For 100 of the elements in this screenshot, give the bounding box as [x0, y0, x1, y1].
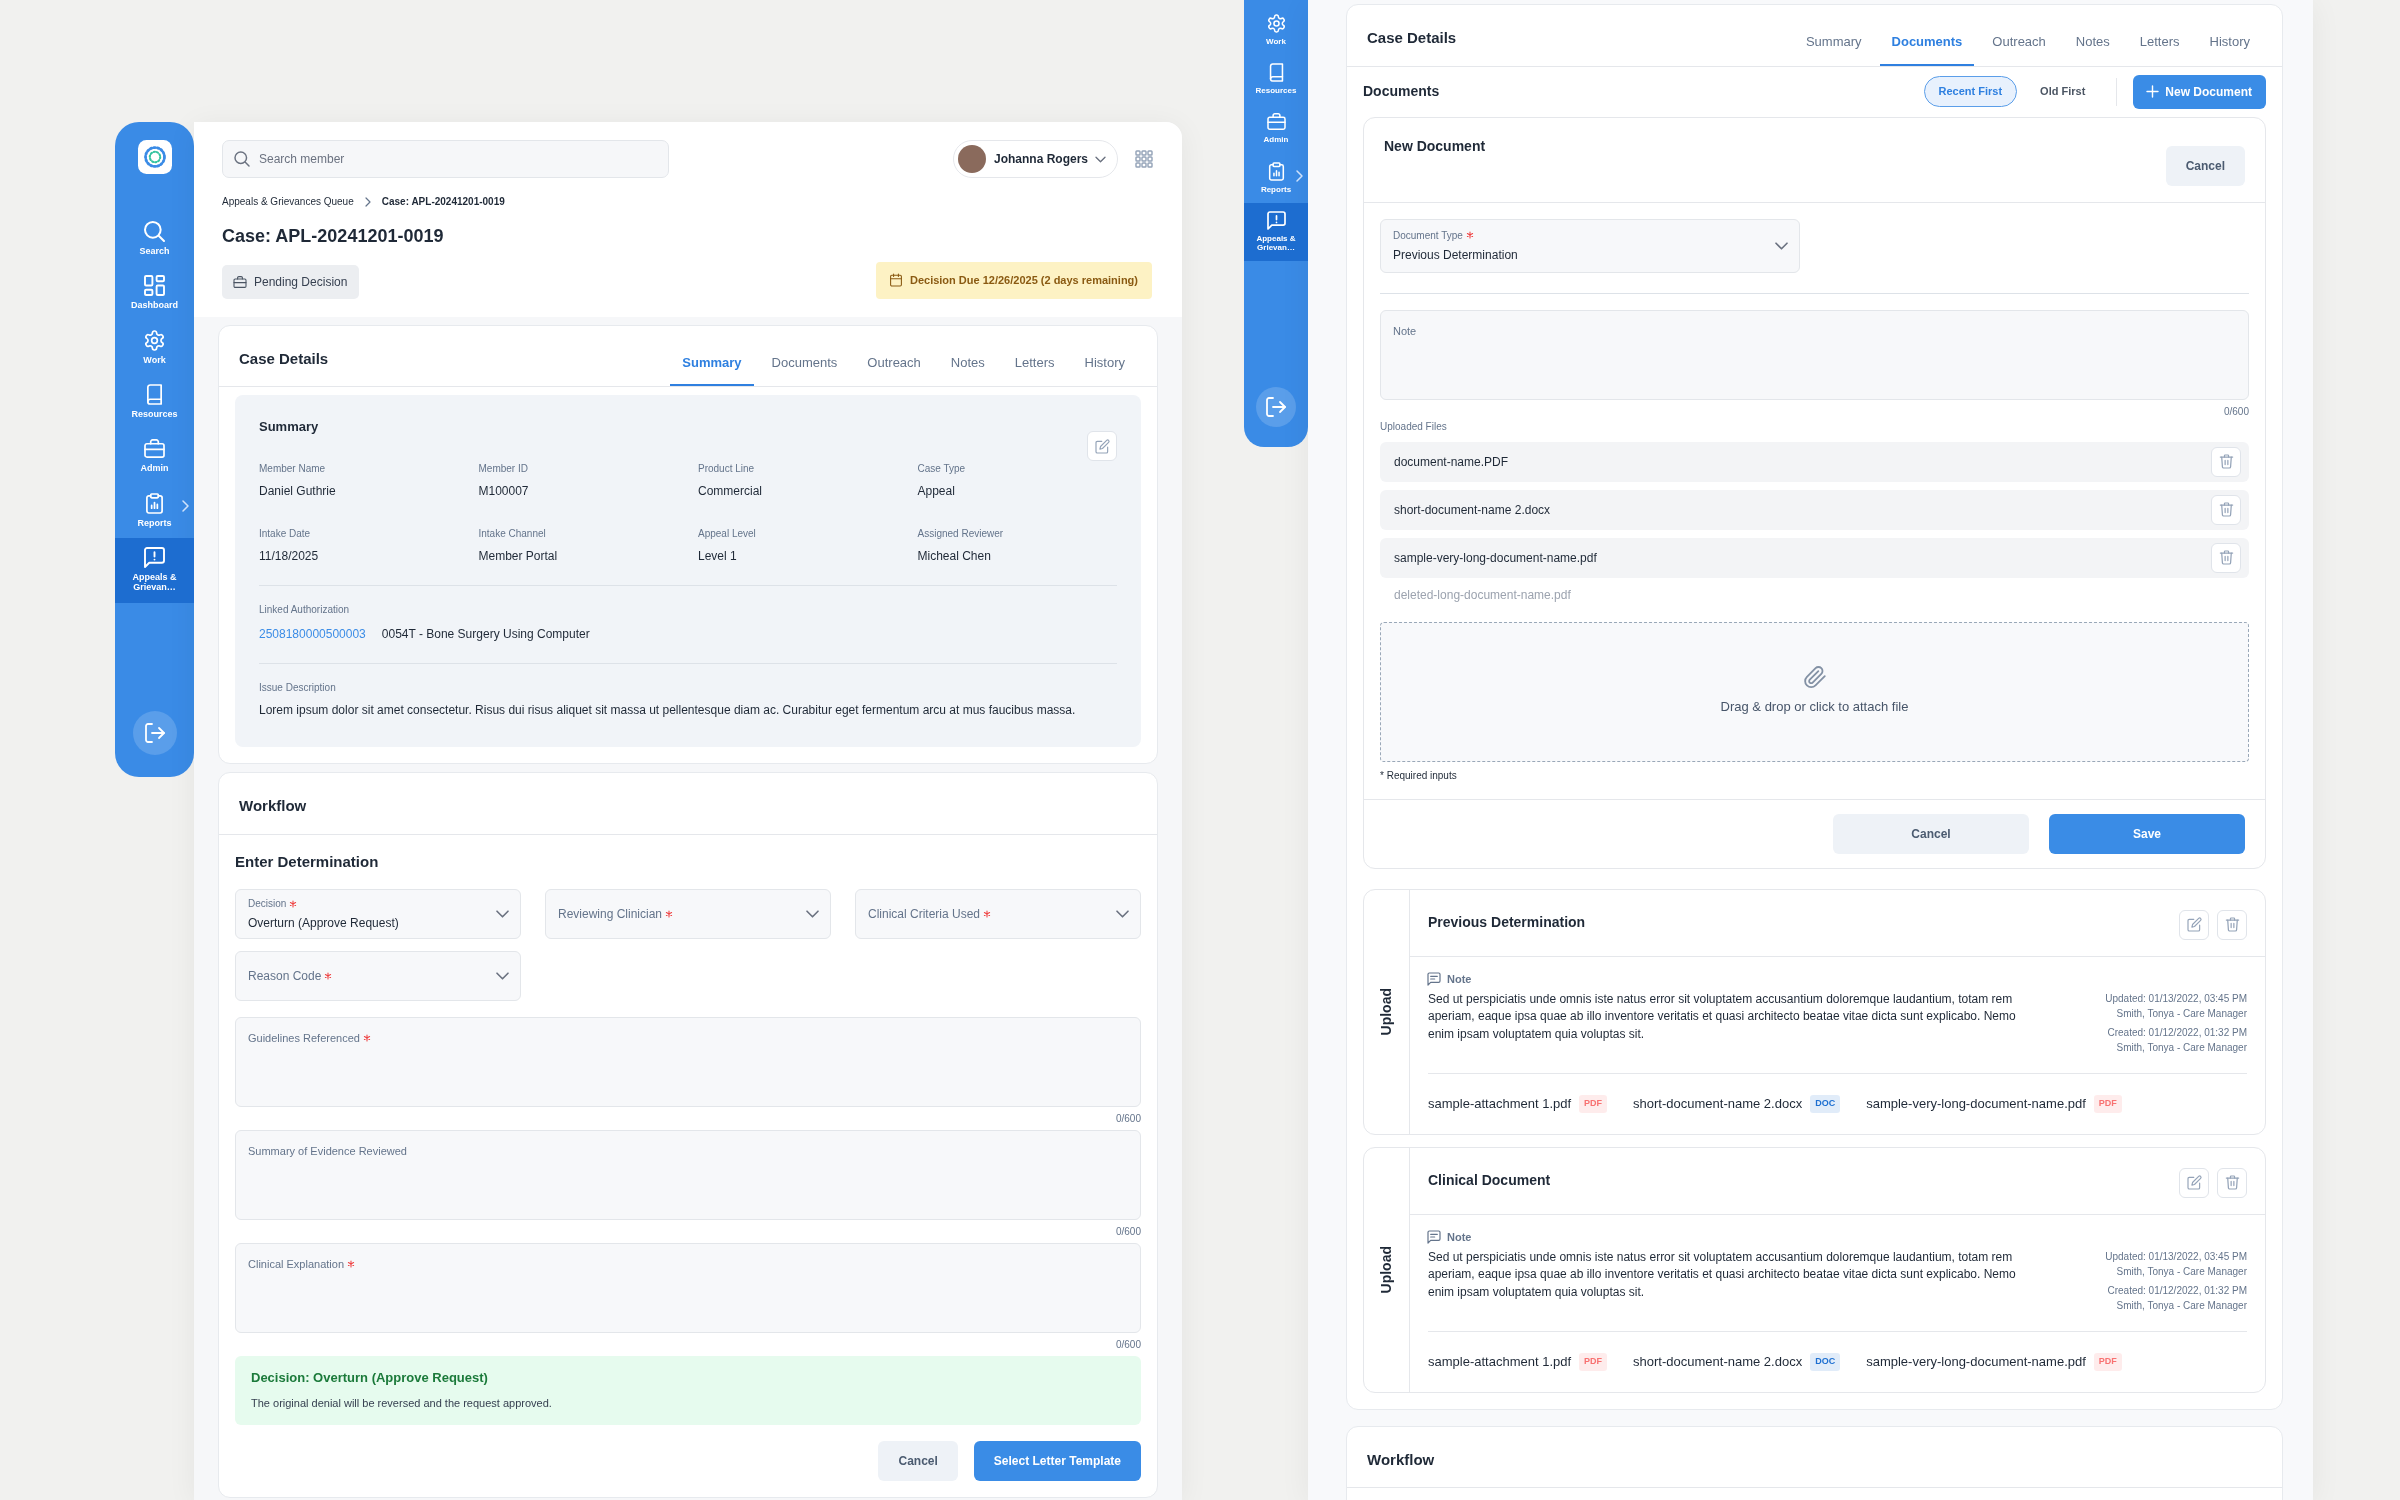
nav-item[interactable]: Reports	[1244, 153, 1308, 203]
save-button[interactable]: Save	[2049, 813, 2245, 854]
nav-item[interactable]: Work	[115, 320, 194, 376]
nav-item[interactable]: Admin	[115, 429, 194, 484]
field-label: Assigned Reviewer	[917, 527, 1005, 541]
select-field[interactable]: Reason Code	[235, 951, 521, 1001]
book-icon	[1267, 64, 1285, 82]
dropzone-text: Drag & drop or click to attach file	[1720, 697, 1909, 716]
trash-icon	[2219, 503, 2233, 516]
message-alert-icon	[145, 548, 164, 568]
app-logo-icon	[137, 140, 172, 174]
logout-button[interactable]	[132, 711, 177, 755]
field-label: Summary of Evidence Reviewed	[248, 1144, 407, 1159]
nav-item[interactable]: Dashboard	[115, 266, 194, 321]
attachment-link[interactable]: sample-attachment 1.pdf	[1428, 1094, 1572, 1114]
attachment-link[interactable]: sample-very-long-document-name.pdf	[1866, 1352, 2086, 1372]
select-field[interactable]: Decision Overturn (Approve Request)	[235, 889, 521, 939]
author-name: Smith, Tonya - Care Manager	[2115, 1299, 2247, 1313]
nav-item[interactable]: Resources	[1244, 55, 1308, 105]
field-label: Intake Channel	[478, 527, 547, 541]
field-label: Note	[1393, 323, 1418, 339]
search-field[interactable]: Search member	[222, 140, 669, 178]
tab[interactable]: History	[2197, 12, 2262, 66]
attachment-link[interactable]: short-document-name 2.docx	[1633, 1352, 1803, 1372]
author-name: Smith, Tonya - Care Manager	[2115, 1007, 2247, 1021]
chevron-down-icon	[497, 911, 508, 917]
sort-option[interactable]: Recent First	[1923, 76, 2018, 107]
nav-item[interactable]: Appeals & Grievan…	[115, 538, 194, 603]
logout-button[interactable]	[1256, 387, 1296, 427]
nav-item[interactable]: Reports	[115, 483, 194, 539]
file-type-badge: PDF	[1579, 1353, 1608, 1371]
attachment-link[interactable]: sample-attachment 1.pdf	[1428, 1352, 1572, 1372]
card-title: Workflow	[239, 796, 307, 816]
textarea-field[interactable]: Guidelines Referenced	[235, 1017, 1141, 1107]
select-field[interactable]: Document Type Previous Determination	[1380, 218, 1800, 273]
field-value: Daniel Guthrie	[259, 483, 337, 500]
field-label: Reason Code	[248, 968, 322, 985]
file-dropzone[interactable]: Drag & drop or click to attach file	[1380, 621, 2249, 762]
tab[interactable]: Letters	[2127, 12, 2192, 66]
field-value: Commercial	[698, 483, 763, 500]
edit-button[interactable]	[2179, 1167, 2209, 1198]
tab[interactable]: Notes	[2063, 12, 2122, 66]
apps-grid-icon[interactable]	[1136, 151, 1152, 167]
delete-button[interactable]	[2217, 909, 2247, 940]
textarea-field[interactable]: Clinical Explanation	[235, 1243, 1141, 1333]
new-document-button[interactable]: New Document	[2133, 74, 2266, 109]
tab[interactable]: Documents	[759, 332, 850, 386]
tab[interactable]: Letters	[1002, 332, 1067, 386]
attachment-link[interactable]: short-document-name 2.docx	[1633, 1094, 1803, 1114]
tab[interactable]: History	[1072, 332, 1137, 386]
briefcase-icon	[1267, 113, 1285, 131]
card-title: Workflow	[1367, 1449, 1435, 1470]
tab[interactable]: Summary	[670, 332, 754, 386]
logout-icon	[1267, 398, 1285, 416]
chevron-right-icon	[365, 197, 370, 206]
delete-button[interactable]	[2217, 1167, 2247, 1198]
delete-button[interactable]	[2211, 446, 2241, 477]
required-note: * Required inputs	[1380, 768, 1458, 783]
cancel-button[interactable]: Cancel	[1833, 813, 2029, 854]
timestamp: Created: 01/12/2022, 01:32 PM	[2106, 1026, 2247, 1040]
nav-item[interactable]: Work	[1244, 6, 1308, 56]
breadcrumb-link[interactable]: Appeals & Grievances Queue	[222, 194, 354, 209]
timestamp: Updated: 01/13/2022, 03:45 PM	[2105, 1250, 2247, 1264]
user-menu-button[interactable]: Johanna Rogers	[952, 140, 1118, 178]
delete-button[interactable]	[2211, 542, 2241, 573]
primary-button[interactable]: Select Letter Template	[973, 1441, 1141, 1481]
field-label: Member ID	[478, 462, 529, 476]
nav-item[interactable]: Resources	[115, 375, 194, 430]
textarea-field[interactable]: Note	[1380, 309, 2249, 400]
edit-button[interactable]	[1087, 431, 1117, 461]
breadcrumb-current: Case: APL-20241201-0019	[381, 195, 505, 209]
tab[interactable]: Summary	[1793, 12, 1874, 66]
file-name: sample-very-long-document-name.pdf	[1394, 549, 1597, 567]
message-alert-icon	[1267, 211, 1285, 229]
tab[interactable]: Documents	[1879, 12, 1975, 66]
card-title: New Document	[1384, 136, 1486, 156]
book-icon	[145, 385, 164, 405]
char-counter: 0/600	[2222, 404, 2249, 419]
cancel-button[interactable]: Cancel	[878, 1441, 958, 1481]
search-placeholder: Search member	[259, 151, 345, 168]
nav-item[interactable]: Appeals & Grievan…	[1244, 202, 1308, 262]
edit-button[interactable]	[2179, 909, 2209, 940]
logout-icon	[145, 724, 164, 742]
tab[interactable]: Outreach	[855, 332, 933, 386]
field-label: Issue Description	[259, 681, 337, 695]
delete-button[interactable]	[2211, 494, 2241, 525]
due-date-text: Decision Due 12/26/2025 (2 days remaining)	[909, 273, 1138, 288]
tab[interactable]: Notes	[938, 332, 997, 386]
select-field[interactable]: Clinical Criteria Used	[855, 889, 1141, 939]
authorization-description: 0054T - Bone Surgery Using Computer	[381, 626, 590, 643]
tab[interactable]: Outreach	[1980, 12, 2058, 66]
sort-option[interactable]: Old First	[2025, 76, 2101, 107]
textarea-field[interactable]: Summary of Evidence Reviewed	[235, 1130, 1141, 1220]
cancel-button[interactable]: Cancel	[2165, 145, 2245, 186]
attachment-link[interactable]: sample-very-long-document-name.pdf	[1866, 1094, 2086, 1114]
nav-item[interactable]: Admin	[1244, 104, 1308, 154]
authorization-link[interactable]: 2508180000500003	[259, 625, 366, 643]
select-field[interactable]: Reviewing Clinician	[545, 889, 831, 939]
nav-item[interactable]: Search	[115, 212, 194, 267]
field-label: Member Name	[259, 462, 327, 476]
